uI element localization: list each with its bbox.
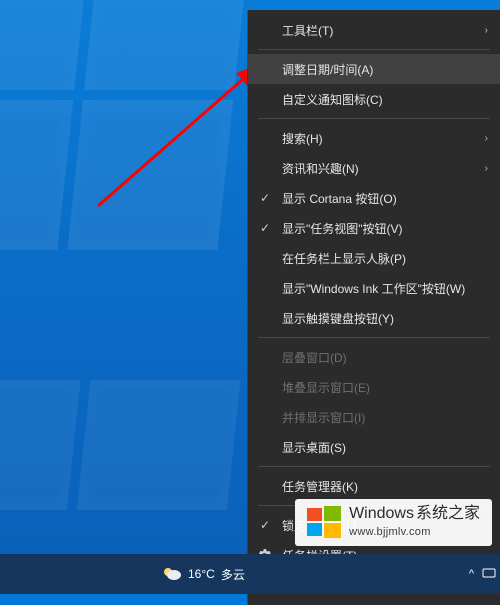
tray-icon[interactable] (482, 566, 496, 583)
menu-separator (258, 118, 490, 119)
menu-show-task-view-button[interactable]: ✓ 显示"任务视图"按钮(V) (248, 213, 500, 243)
menu-separator (258, 466, 490, 467)
watermark: Windows 系统之家 www.bjjmlv.com (295, 499, 492, 546)
system-tray[interactable]: ^ (469, 566, 500, 583)
menu-label: 堆叠显示窗口(E) (282, 379, 370, 396)
menu-label: 显示"Windows Ink 工作区"按钮(W) (282, 280, 465, 297)
tray-overflow-icon[interactable]: ^ (469, 568, 474, 580)
menu-label: 并排显示窗口(I) (282, 409, 365, 426)
chevron-right-icon: › (485, 25, 488, 36)
menu-show-cortana-button[interactable]: ✓ 显示 Cortana 按钮(O) (248, 183, 500, 213)
menu-label: 资讯和兴趣(N) (282, 160, 359, 177)
menu-cascade-windows: 层叠窗口(D) (248, 342, 500, 372)
menu-label: 层叠窗口(D) (282, 349, 347, 366)
menu-separator (258, 49, 490, 50)
menu-show-people-on-taskbar[interactable]: 在任务栏上显示人脉(P) (248, 243, 500, 273)
menu-show-desktop[interactable]: 显示桌面(S) (248, 432, 500, 462)
menu-customize-notification-icons[interactable]: 自定义通知图标(C) (248, 84, 500, 114)
weather-icon (162, 565, 182, 584)
menu-task-manager[interactable]: 任务管理器(K) (248, 471, 500, 501)
chevron-right-icon: › (485, 163, 488, 174)
menu-separator (258, 337, 490, 338)
checkmark-icon: ✓ (258, 518, 272, 532)
menu-side-by-side-windows: 并排显示窗口(I) (248, 402, 500, 432)
weather-temperature: 16°C (188, 567, 215, 581)
menu-search[interactable]: 搜索(H) › (248, 123, 500, 153)
menu-label: 在任务栏上显示人脉(P) (282, 250, 406, 267)
menu-label: 显示桌面(S) (282, 439, 346, 456)
watermark-brand: Windows (349, 505, 414, 523)
windows-logo-backdrop (0, 380, 291, 580)
taskbar[interactable]: 16°C 多云 ^ (0, 554, 500, 594)
watermark-suffix: 系统之家 (416, 505, 480, 523)
chevron-right-icon: › (485, 133, 488, 144)
checkmark-icon: ✓ (258, 191, 272, 205)
watermark-text: Windows 系统之家 www.bjjmlv.com (349, 505, 480, 540)
weather-condition: 多云 (221, 566, 245, 583)
windows-logo-icon (307, 505, 341, 539)
checkmark-icon: ✓ (258, 221, 272, 235)
menu-label: 自定义通知图标(C) (282, 91, 383, 108)
menu-show-touch-keyboard-button[interactable]: 显示触摸键盘按钮(Y) (248, 303, 500, 333)
menu-adjust-datetime[interactable]: 调整日期/时间(A) (248, 54, 500, 84)
weather-widget[interactable]: 16°C 多云 (162, 565, 245, 584)
menu-label: 调整日期/时间(A) (282, 61, 373, 78)
menu-show-windows-ink-button[interactable]: 显示"Windows Ink 工作区"按钮(W) (248, 273, 500, 303)
menu-stack-windows: 堆叠显示窗口(E) (248, 372, 500, 402)
menu-label: 显示触摸键盘按钮(Y) (282, 310, 394, 327)
menu-label: 工具栏(T) (282, 22, 333, 39)
menu-label: 任务管理器(K) (282, 478, 358, 495)
menu-news-interests[interactable]: 资讯和兴趣(N) › (248, 153, 500, 183)
menu-label: 显示 Cortana 按钮(O) (282, 190, 397, 207)
menu-toolbars[interactable]: 工具栏(T) › (248, 15, 500, 45)
menu-label: 显示"任务视图"按钮(V) (282, 220, 403, 237)
menu-label: 搜索(H) (282, 130, 323, 147)
watermark-url: www.bjjmlv.com (349, 526, 431, 538)
